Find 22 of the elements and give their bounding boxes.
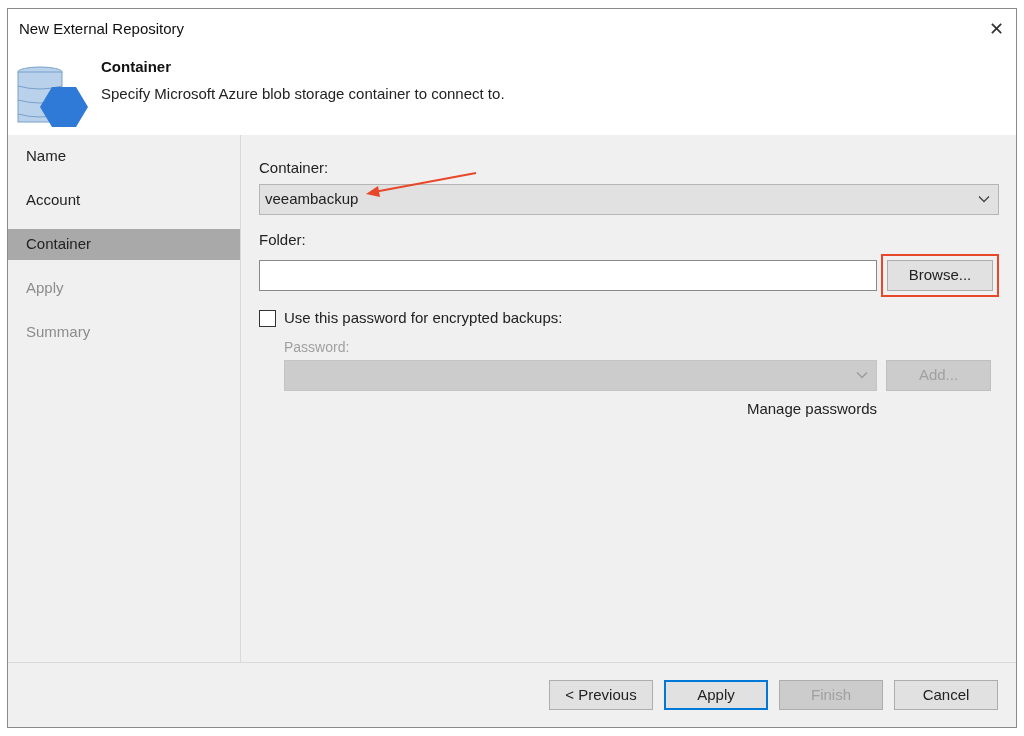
browse-button[interactable]: Browse... <box>887 260 993 291</box>
chevron-down-icon <box>856 371 868 379</box>
manage-passwords-link[interactable]: Manage passwords <box>746 397 877 420</box>
chevron-down-icon <box>978 195 990 203</box>
footer-button[interactable]: < Previous <box>549 680 653 710</box>
close-button[interactable]: ✕ <box>989 20 1004 38</box>
folder-label: Folder: <box>259 229 307 250</box>
wizard-step[interactable]: Container <box>8 229 240 260</box>
folder-input[interactable] <box>259 260 877 291</box>
container-dropdown[interactable]: veeambackup <box>259 183 999 215</box>
page-description: Specify Microsoft Azure blob storage container to connect to. <box>101 83 505 104</box>
password-label: Password: <box>284 337 351 357</box>
footer-button[interactable]: Cancel <box>894 680 998 710</box>
wizard-step[interactable]: Account <box>8 185 240 216</box>
page-heading: Container <box>101 57 172 77</box>
container-label: Container: <box>259 158 330 178</box>
encryption-checkbox[interactable] <box>259 309 276 327</box>
encryption-label: Use this password for encrypted backups: <box>284 308 563 328</box>
database-icon <box>17 66 89 128</box>
window-title: New External Repository <box>19 18 185 39</box>
footer-button[interactable]: Apply <box>664 680 768 710</box>
wizard-step[interactable]: Name <box>8 141 240 172</box>
